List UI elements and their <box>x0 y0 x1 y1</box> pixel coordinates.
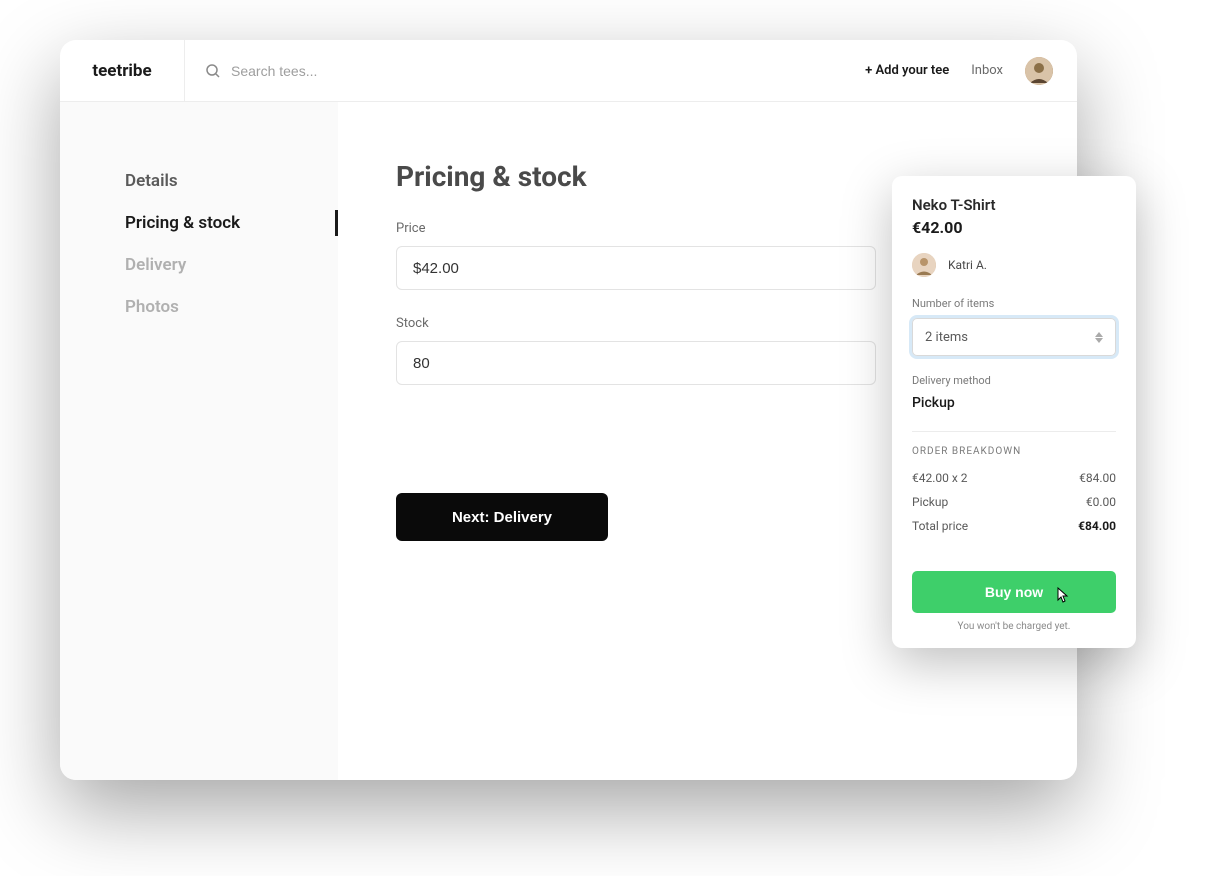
sidebar-item-pricing[interactable]: Pricing & stock <box>60 202 338 244</box>
line-label: Pickup <box>912 495 948 509</box>
sidebar-item-delivery[interactable]: Delivery <box>60 244 338 286</box>
seller-name: Katri A. <box>948 258 987 272</box>
delivery-label: Delivery method <box>912 374 1116 387</box>
line-value: €84.00 <box>1079 471 1116 485</box>
sidebar: Details Pricing & stock Delivery Photos <box>60 102 338 780</box>
stock-input[interactable] <box>396 341 876 385</box>
price-input[interactable] <box>396 246 876 290</box>
line-value: €0.00 <box>1086 495 1116 509</box>
search-icon <box>205 63 221 79</box>
buy-now-button[interactable]: Buy now <box>912 571 1116 613</box>
breakdown-line: €42.00 x 2 €84.00 <box>912 471 1116 485</box>
sidebar-item-details[interactable]: Details <box>60 160 338 202</box>
sidebar-item-photos[interactable]: Photos <box>60 286 338 328</box>
sidebar-item-label: Pricing & stock <box>125 213 240 233</box>
topbar: teetribe + Add your tee Inbox <box>60 40 1077 102</box>
sidebar-item-label: Delivery <box>125 255 186 275</box>
quantity-select[interactable]: 2 items <box>912 318 1116 356</box>
line-label: €42.00 x 2 <box>912 471 968 485</box>
stepper-icon <box>1095 332 1103 343</box>
logo[interactable]: teetribe <box>92 61 151 81</box>
charge-note: You won't be charged yet. <box>912 621 1116 632</box>
seller-avatar[interactable] <box>912 253 936 277</box>
quantity-value: 2 items <box>925 330 968 345</box>
divider <box>912 431 1116 432</box>
top-actions: + Add your tee Inbox <box>865 57 1053 85</box>
search-input[interactable] <box>231 63 431 79</box>
add-your-tee-link[interactable]: + Add your tee <box>865 63 949 78</box>
sidebar-item-label: Photos <box>125 297 179 317</box>
items-label: Number of items <box>912 297 1116 310</box>
product-name: Neko T-Shirt <box>912 196 1116 214</box>
search-area[interactable] <box>185 63 865 79</box>
breakdown-total: Total price €84.00 <box>912 519 1116 533</box>
product-price: €42.00 <box>912 218 1116 237</box>
logo-cell: teetribe <box>60 40 185 101</box>
delivery-value: Pickup <box>912 395 1116 411</box>
total-label: Total price <box>912 519 968 533</box>
total-value: €84.00 <box>1078 519 1116 533</box>
user-avatar[interactable] <box>1025 57 1053 85</box>
checkout-card: Neko T-Shirt €42.00 Katri A. Number of i… <box>892 176 1136 648</box>
breakdown-line: Pickup €0.00 <box>912 495 1116 509</box>
next-delivery-button[interactable]: Next: Delivery <box>396 493 608 541</box>
sidebar-item-label: Details <box>125 171 178 191</box>
seller-row: Katri A. <box>912 253 1116 277</box>
inbox-link[interactable]: Inbox <box>971 63 1003 78</box>
order-breakdown-heading: ORDER BREAKDOWN <box>912 446 1116 457</box>
